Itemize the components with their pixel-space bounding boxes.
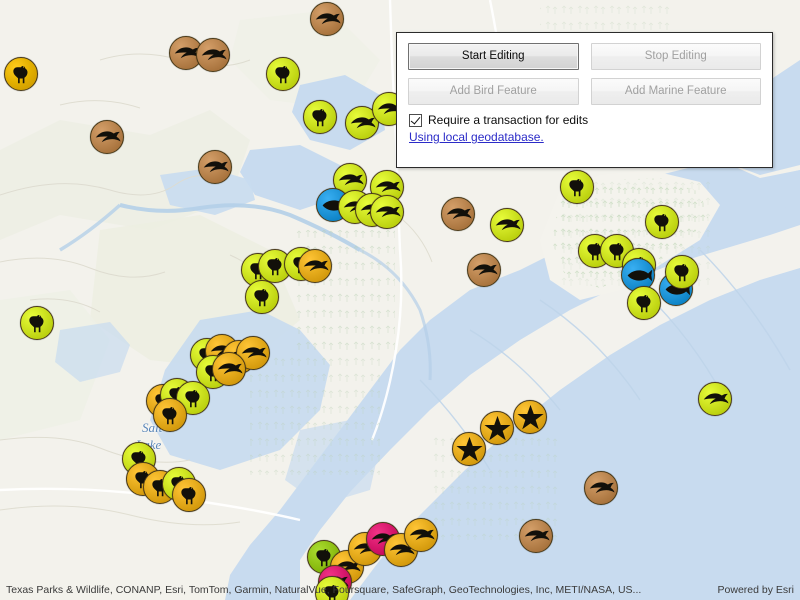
bird-standing-icon xyxy=(323,584,338,600)
start-editing-button[interactable]: Start Editing xyxy=(408,43,579,70)
map-feature-marker[interactable] xyxy=(196,38,230,72)
map-feature-marker[interactable] xyxy=(20,306,54,340)
map-feature-marker[interactable] xyxy=(698,382,732,416)
map-feature-marker[interactable] xyxy=(310,2,344,36)
bird-standing-icon xyxy=(311,108,326,126)
bird-flying-icon xyxy=(409,528,435,540)
bird-flying-icon xyxy=(472,263,498,275)
geodatabase-status-link[interactable]: Using local geodatabase. xyxy=(409,130,761,144)
bird-standing-icon xyxy=(568,178,583,196)
bird-flying-icon xyxy=(203,160,229,172)
map-feature-marker[interactable] xyxy=(665,255,699,289)
bird-flying-icon xyxy=(589,481,615,493)
add-bird-feature-button[interactable]: Add Bird Feature xyxy=(408,78,579,105)
bird-flying-icon xyxy=(703,392,729,404)
map-feature-marker[interactable] xyxy=(441,197,475,231)
map-feature-marker[interactable] xyxy=(370,195,404,229)
edit-tools-panel: Start Editing Stop Editing Add Bird Feat… xyxy=(396,32,773,168)
map-feature-marker[interactable] xyxy=(584,471,618,505)
map-feature-marker[interactable] xyxy=(627,286,661,320)
bird-standing-icon xyxy=(274,65,289,83)
fish-icon xyxy=(627,269,652,281)
bird-flying-icon xyxy=(375,205,401,217)
bird-standing-icon xyxy=(635,294,650,312)
bird-flying-icon xyxy=(303,259,329,271)
bird-flying-icon xyxy=(495,218,521,230)
bird-standing-icon xyxy=(653,213,668,231)
map-feature-marker[interactable] xyxy=(90,120,124,154)
map-application: Salt Lake Start Editing Stop Editing Add… xyxy=(0,0,800,600)
bird-standing-icon xyxy=(180,486,195,504)
map-feature-marker[interactable] xyxy=(560,170,594,204)
map-feature-marker[interactable] xyxy=(452,432,486,466)
map-feature-marker[interactable] xyxy=(153,398,187,432)
map-feature-marker[interactable] xyxy=(467,253,501,287)
require-transaction-row: Require a transaction for edits xyxy=(409,113,761,127)
starfish-icon xyxy=(483,415,511,440)
map-feature-marker[interactable] xyxy=(198,150,232,184)
map-feature-marker[interactable] xyxy=(404,518,438,552)
bird-standing-icon xyxy=(12,65,27,83)
bird-standing-icon xyxy=(673,263,688,281)
map-feature-marker[interactable] xyxy=(172,478,206,512)
edit-button-row-top: Start Editing Stop Editing xyxy=(408,43,761,70)
require-transaction-label: Require a transaction for edits xyxy=(428,113,589,127)
map-feature-marker[interactable] xyxy=(266,57,300,91)
bird-flying-icon xyxy=(446,207,472,219)
add-marine-feature-button[interactable]: Add Marine Feature xyxy=(590,78,761,105)
map-feature-marker[interactable] xyxy=(490,208,524,242)
map-feature-marker[interactable] xyxy=(245,280,279,314)
bird-flying-icon xyxy=(95,130,121,142)
map-feature-marker[interactable] xyxy=(303,100,337,134)
bird-flying-icon xyxy=(524,529,550,541)
map-feature-marker[interactable] xyxy=(4,57,38,91)
require-transaction-checkbox[interactable] xyxy=(409,113,422,127)
map-feature-marker[interactable] xyxy=(480,411,514,445)
bird-standing-icon xyxy=(253,288,268,306)
bird-flying-icon xyxy=(201,48,227,60)
stop-editing-button[interactable]: Stop Editing xyxy=(590,43,761,70)
bird-flying-icon xyxy=(315,12,341,24)
starfish-icon xyxy=(455,436,483,461)
edit-button-row-bottom: Add Bird Feature Add Marine Feature xyxy=(408,78,761,105)
map-feature-marker[interactable] xyxy=(645,205,679,239)
bird-standing-icon xyxy=(28,314,43,332)
map-feature-marker[interactable] xyxy=(298,249,332,283)
bird-flying-icon xyxy=(217,362,243,374)
bird-standing-icon xyxy=(161,406,176,424)
map-feature-marker[interactable] xyxy=(519,519,553,553)
map-feature-marker[interactable] xyxy=(212,352,246,386)
starfish-icon xyxy=(516,404,544,429)
map-feature-marker[interactable] xyxy=(513,400,547,434)
